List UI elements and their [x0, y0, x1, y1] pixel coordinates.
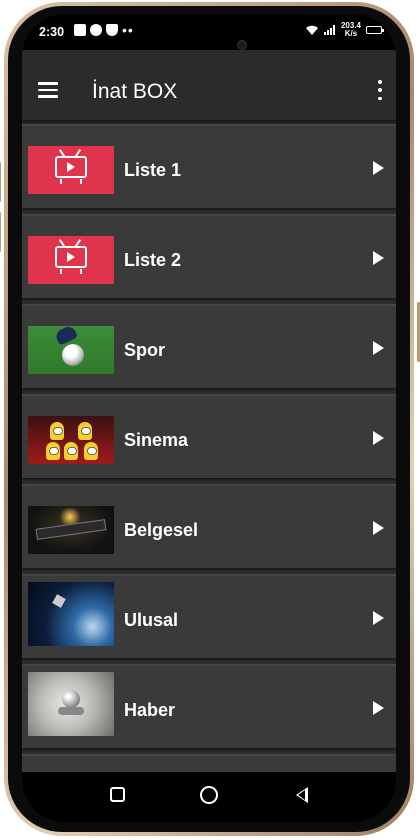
camera-icon — [237, 40, 247, 50]
cinema-minions-image — [28, 416, 114, 464]
volume-down-button — [0, 212, 1, 252]
ulusal-thumbnail — [28, 582, 114, 646]
list-item-label: Liste 2 — [124, 250, 182, 270]
list-item-label: Haber — [124, 700, 176, 720]
network-speed-unit: K/s — [344, 29, 358, 38]
play-arrow-icon — [373, 161, 384, 175]
list-item-spor[interactable]: Spor — [22, 304, 396, 388]
signal-icon — [323, 25, 335, 35]
hamburger-menu-icon[interactable] — [38, 82, 60, 98]
list-item-sinema[interactable]: Sinema — [22, 394, 396, 478]
list-item-liste-1[interactable]: Liste 1 — [22, 124, 396, 208]
football-image — [28, 326, 114, 374]
list-item-label: Liste 1 — [124, 160, 182, 180]
status-system-icons: 203.4 K/s — [305, 22, 384, 38]
category-list: Liste 1 Liste 2 Spor Sinema Belgesel Ulu… — [22, 124, 396, 754]
app-bar: İnat BOX — [22, 50, 396, 120]
tv-icon — [28, 236, 114, 284]
screen: 2:30 •• 203.4 K/s İnat BOX Liste 1 Liste… — [22, 14, 396, 822]
play-arrow-icon — [373, 431, 384, 445]
app-title: İnat BOX — [92, 80, 178, 103]
location-icon — [90, 24, 102, 36]
status-notification-icons: •• — [74, 22, 134, 38]
sinema-thumbnail — [28, 416, 114, 464]
list-item-label: Ulusal — [124, 610, 179, 630]
shield-icon — [106, 24, 118, 36]
recents-icon[interactable] — [110, 787, 125, 802]
battery-icon — [366, 26, 384, 34]
more-vertical-icon[interactable] — [376, 80, 384, 100]
volume-up-button — [0, 162, 1, 202]
play-arrow-icon — [373, 341, 384, 355]
belgesel-thumbnail — [28, 506, 114, 554]
news-microphone-image — [28, 672, 114, 736]
wifi-icon — [305, 25, 318, 35]
list-item-belgesel[interactable]: Belgesel — [22, 484, 396, 568]
home-icon[interactable] — [200, 786, 218, 804]
liste-2-thumbnail — [28, 236, 114, 284]
documentary-image — [28, 506, 114, 554]
play-arrow-icon — [373, 521, 384, 535]
list-item-label: Belgesel — [124, 520, 199, 540]
list-item-ulusal[interactable]: Ulusal — [22, 574, 396, 658]
list-item-liste-2[interactable]: Liste 2 — [22, 214, 396, 298]
play-arrow-icon — [373, 611, 384, 625]
list-item-label: Spor — [124, 340, 166, 360]
earth-satellite-image — [28, 582, 114, 646]
status-bar: 2:30 •• 203.4 K/s — [22, 14, 396, 50]
notch — [150, 14, 268, 48]
more-dots-icon: •• — [122, 22, 134, 38]
spor-thumbnail — [28, 326, 114, 374]
liste-1-thumbnail — [28, 146, 114, 194]
notes-icon — [74, 24, 86, 36]
play-arrow-icon — [373, 701, 384, 715]
navigation-bar — [22, 772, 396, 822]
network-speed: 203.4 K/s — [341, 22, 361, 38]
list-item-haber[interactable]: Haber — [22, 664, 396, 748]
tv-icon — [28, 146, 114, 194]
play-arrow-icon — [373, 251, 384, 265]
back-icon[interactable] — [296, 787, 308, 803]
status-time: 2:30 — [39, 25, 65, 39]
list-item-label: Sinema — [124, 430, 189, 450]
haber-thumbnail — [28, 672, 114, 736]
